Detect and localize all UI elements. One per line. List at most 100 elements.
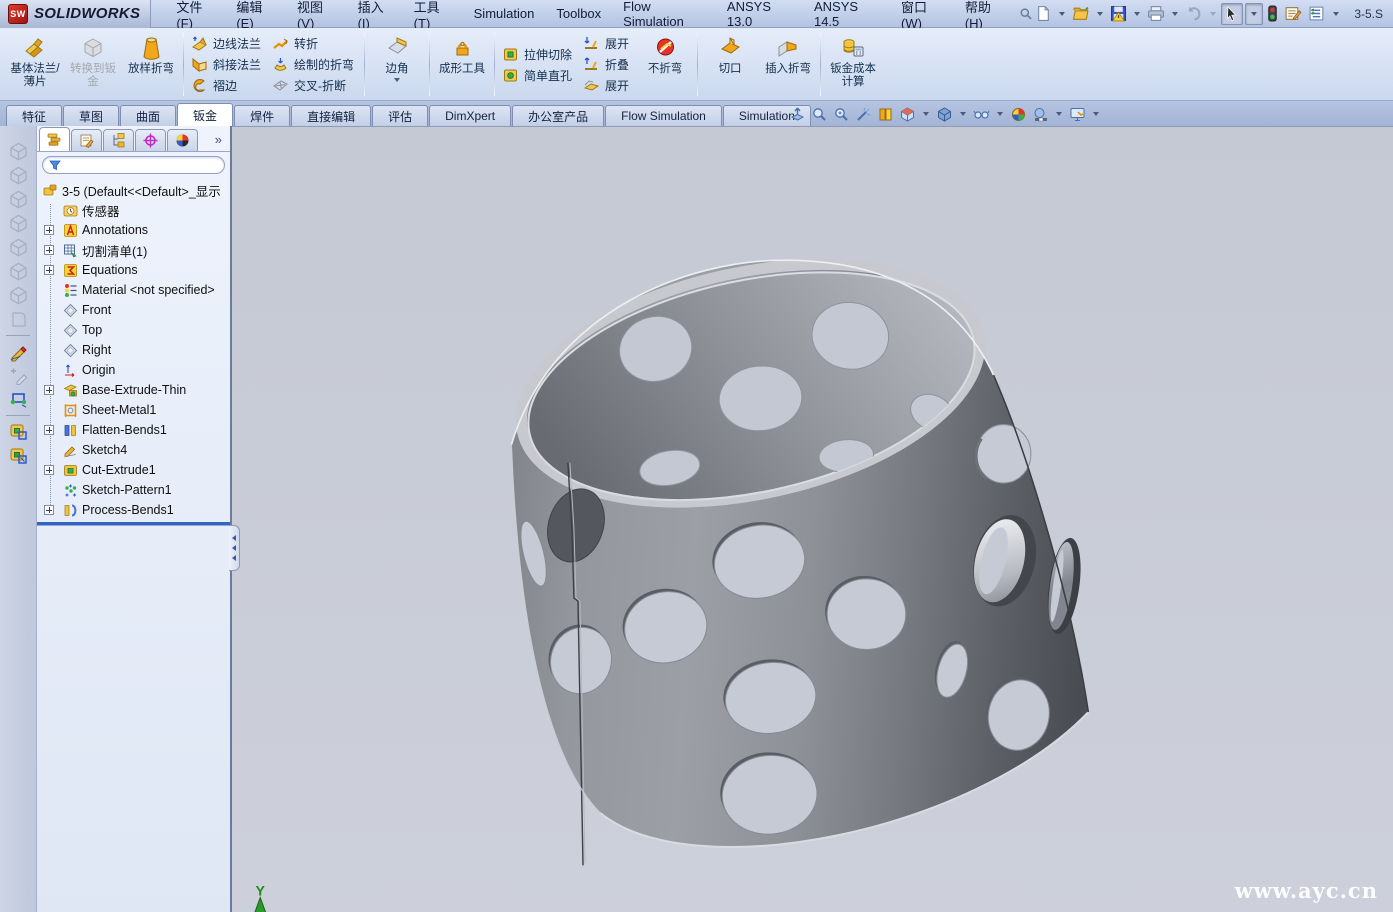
view-settings-button[interactable] — [1068, 105, 1087, 124]
sketch-tool-button[interactable] — [5, 340, 31, 363]
flatten-button[interactable]: 展开 — [579, 75, 636, 96]
expand-toggle[interactable] — [44, 245, 54, 255]
extrude-cut-button[interactable] — [5, 444, 31, 467]
tree-item-part-root[interactable]: 3-5 (Default<<Default>_显示 — [37, 180, 230, 200]
tab-office-products[interactable]: 办公室产品 — [512, 105, 604, 126]
displaymanager-tab[interactable] — [167, 129, 198, 151]
print-caret-icon[interactable] — [1172, 12, 1178, 16]
tree-item-cut-list[interactable]: 切割清单(1) — [37, 240, 230, 260]
tab-surfaces[interactable]: 曲面 — [120, 105, 176, 126]
view-cube-right-button[interactable] — [5, 212, 31, 235]
tab-features[interactable]: 特征 — [6, 105, 62, 126]
corner-button[interactable]: 边角 — [368, 31, 426, 98]
tab-direct-editing[interactable]: 直接编辑 — [291, 105, 371, 126]
zoom-to-fit-button[interactable] — [788, 105, 807, 124]
apply-scene-button[interactable] — [1031, 105, 1050, 124]
expand-toggle[interactable] — [44, 265, 54, 275]
unfold-button[interactable]: 展开 — [579, 33, 636, 54]
lofted-bend-button[interactable]: 放样折弯 — [122, 31, 180, 98]
sketched-bend-button[interactable]: 绘制的折弯 — [268, 54, 361, 75]
expand-toggle[interactable] — [44, 385, 54, 395]
tree-item-process-bends1[interactable]: Process-Bends1 — [37, 500, 230, 520]
expand-toggle[interactable] — [44, 425, 54, 435]
view-orientation-caret-icon[interactable] — [923, 112, 929, 116]
tab-weldments[interactable]: 焊件 — [234, 105, 290, 126]
undo-caret-icon[interactable] — [1210, 12, 1216, 16]
display-style-caret-icon[interactable] — [960, 112, 966, 116]
tree-item-sensors[interactable]: 传感器 — [37, 200, 230, 220]
insert-bends-button[interactable]: 插入折弯 — [759, 31, 817, 98]
open-caret-icon[interactable] — [1097, 12, 1103, 16]
tab-flow-simulation[interactable]: Flow Simulation — [605, 105, 722, 126]
select-caret-button[interactable] — [1245, 3, 1263, 25]
tree-item-cut-extrude1[interactable]: Cut-Extrude1 — [37, 460, 230, 480]
tree-item-base-extrude-thin[interactable]: Base-Extrude-Thin — [37, 380, 230, 400]
forming-tool-button[interactable]: 成形工具 — [433, 31, 491, 98]
extruded-cut-button[interactable]: 拉伸切除 — [498, 44, 579, 65]
menu-toolbox[interactable]: Toolbox — [545, 2, 612, 25]
edit-appearance-button[interactable] — [1009, 105, 1028, 124]
options-caret-icon[interactable] — [1333, 12, 1339, 16]
file-properties-button[interactable] — [1282, 3, 1304, 25]
tree-item-annotations[interactable]: Annotations — [37, 220, 230, 240]
apply-scene-caret-icon[interactable] — [1056, 112, 1062, 116]
cross-break-button[interactable]: 交叉-折断 — [268, 75, 361, 96]
featuremanager-tree-tab[interactable] — [39, 127, 70, 151]
tree-item-right-plane[interactable]: Right — [37, 340, 230, 360]
tab-sketch[interactable]: 草图 — [63, 105, 119, 126]
tree-item-top-plane[interactable]: Top — [37, 320, 230, 340]
move-entities-button[interactable] — [5, 388, 31, 411]
new-document-button[interactable] — [1033, 3, 1054, 25]
view-cube-bottom-button[interactable] — [5, 260, 31, 283]
expand-toggle[interactable] — [44, 465, 54, 475]
jog-button[interactable]: 转折 — [268, 33, 361, 54]
sheetmetal-cost-button[interactable]: 钣金成本计算 — [824, 31, 882, 98]
hide-show-items-button[interactable] — [972, 105, 991, 124]
tree-item-origin[interactable]: Origin — [37, 360, 230, 380]
tree-item-flatten-bends1[interactable]: Flatten-Bends1 — [37, 420, 230, 440]
convert-to-sheetmetal-button[interactable]: 转换到钣金 — [64, 31, 122, 98]
panel-splitter-grip[interactable] — [229, 525, 240, 571]
save-caret-icon[interactable] — [1134, 12, 1140, 16]
view-cube-top-button[interactable] — [5, 236, 31, 259]
search-icon[interactable] — [1019, 6, 1033, 22]
tree-item-front-plane[interactable]: Front — [37, 300, 230, 320]
tree-item-sketch-pattern1[interactable]: Sketch-Pattern1 — [37, 480, 230, 500]
dimxpertmanager-tab[interactable] — [135, 129, 166, 151]
zoom-in-out-button[interactable] — [832, 105, 851, 124]
view-cube-isometric-button[interactable] — [5, 284, 31, 307]
previous-view-button[interactable] — [854, 105, 873, 124]
view-cube-front-button[interactable] — [5, 140, 31, 163]
fold-button[interactable]: 折叠 — [579, 54, 636, 75]
section-view-button[interactable] — [876, 105, 895, 124]
rebuild-button[interactable] — [1265, 3, 1280, 25]
undo-button[interactable] — [1183, 3, 1205, 25]
base-flange-button[interactable]: 基体法兰/薄片 — [6, 31, 64, 98]
zoom-to-area-button[interactable] — [810, 105, 829, 124]
view-cube-back-button[interactable] — [5, 164, 31, 187]
view-rounded-button[interactable] — [5, 308, 31, 331]
tree-filter-input[interactable] — [65, 159, 218, 171]
print-button[interactable] — [1145, 3, 1167, 25]
edge-flange-button[interactable]: 边线法兰 — [187, 33, 268, 54]
expand-toggle[interactable] — [44, 225, 54, 235]
view-settings-caret-icon[interactable] — [1093, 112, 1099, 116]
open-button[interactable] — [1070, 3, 1092, 25]
rip-button[interactable]: 切口 — [701, 31, 759, 98]
model-perforated-cylinder[interactable]: Y — [232, 127, 1393, 912]
graphics-viewport[interactable]: Y www.ayc.cn — [232, 126, 1393, 912]
rollback-bar[interactable] — [37, 522, 230, 525]
options-button[interactable] — [1306, 3, 1328, 25]
edit-sketch-button[interactable] — [5, 364, 31, 387]
tab-evaluate[interactable]: 评估 — [372, 105, 428, 126]
tree-item-sheet-metal1[interactable]: Sheet-Metal1 — [37, 400, 230, 420]
panel-tab-overflow-button[interactable]: » — [215, 132, 228, 151]
extrude-boss-button[interactable] — [5, 420, 31, 443]
select-button[interactable] — [1221, 3, 1243, 25]
hide-show-items-caret-icon[interactable] — [997, 112, 1003, 116]
tree-item-material[interactable]: Material <not specified> — [37, 280, 230, 300]
tree-item-sketch4[interactable]: Sketch4 — [37, 440, 230, 460]
tab-sheet-metal[interactable]: 钣金 — [177, 103, 233, 126]
view-cube-left-button[interactable] — [5, 188, 31, 211]
propertymanager-tab[interactable] — [71, 129, 102, 151]
